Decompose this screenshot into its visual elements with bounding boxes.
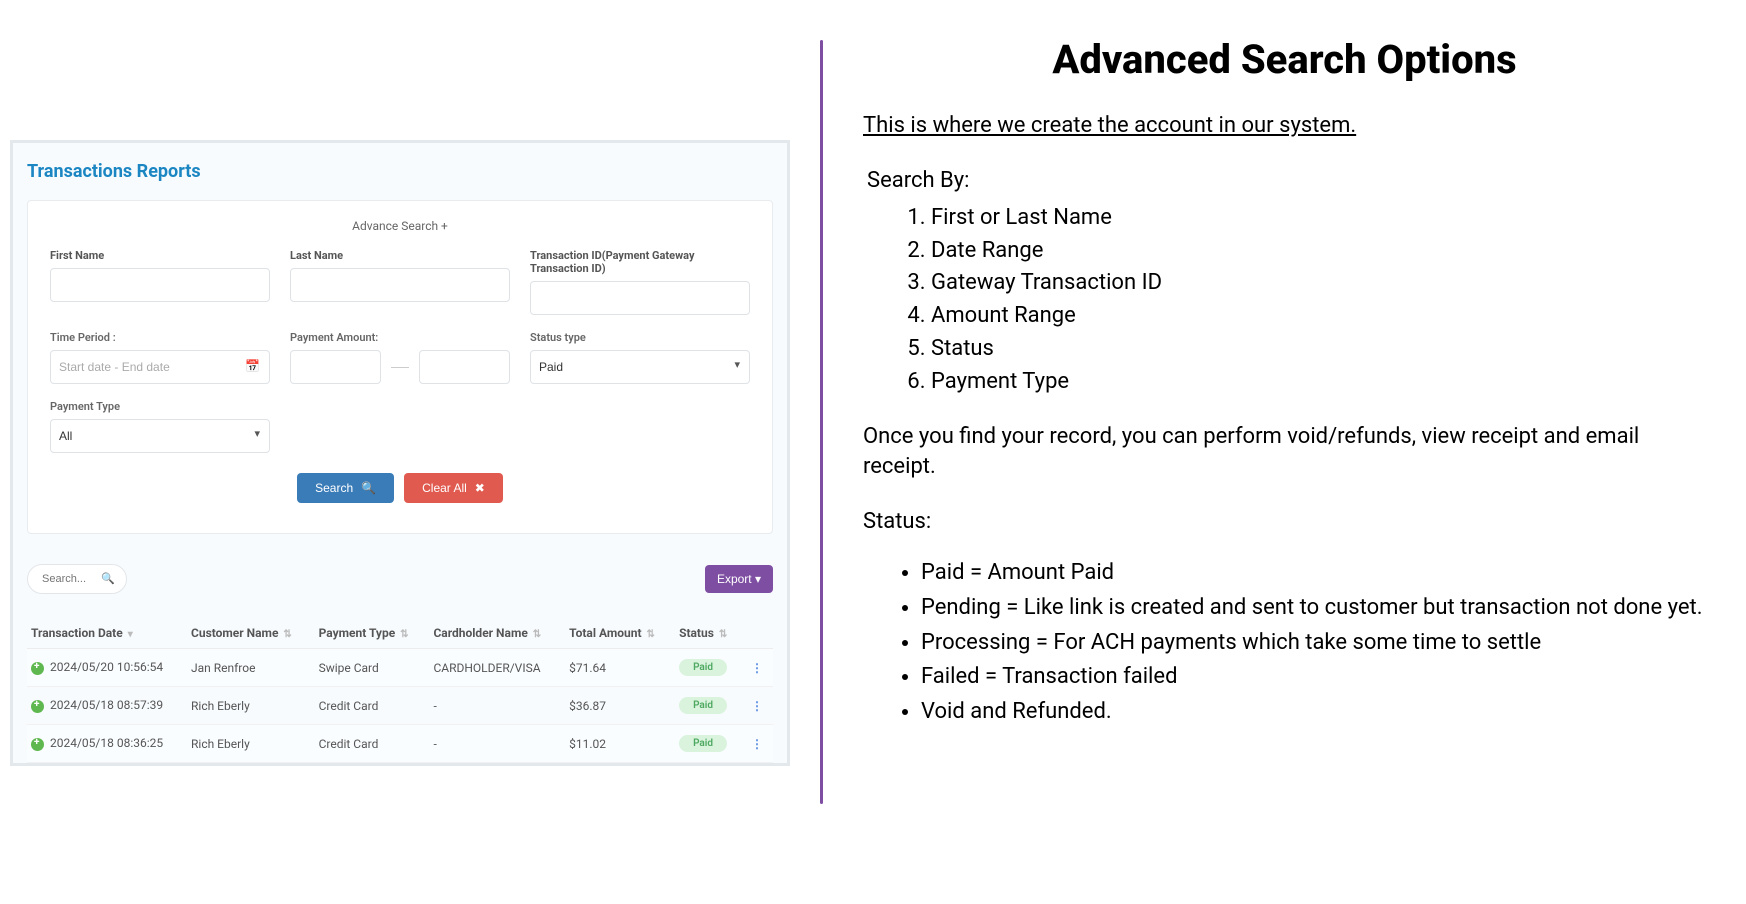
list-item: Date Range xyxy=(931,236,1706,267)
list-item: Failed = Transaction failed xyxy=(921,662,1706,693)
list-item: Processing = For ACH payments which take… xyxy=(921,628,1706,659)
list-item: First or Last Name xyxy=(931,203,1706,234)
search-button[interactable]: Search 🔍 xyxy=(297,473,394,503)
sort-icon: ⇅ xyxy=(400,629,408,640)
row-actions-menu[interactable]: ⋮ xyxy=(745,661,769,675)
list-item: Amount Range xyxy=(931,301,1706,332)
app-frame: Transactions Reports Advance Search + Fi… xyxy=(10,140,790,766)
screenshot-pane: Transactions Reports Advance Search + Fi… xyxy=(0,0,800,904)
list-item: Gateway Transaction ID xyxy=(931,268,1706,299)
payment-type-select[interactable]: All xyxy=(50,419,270,453)
amount-min-input[interactable] xyxy=(290,350,381,384)
list-item: Paid = Amount Paid xyxy=(921,558,1706,589)
time-period-label: Time Period : xyxy=(50,331,270,344)
table-row: 2024/05/18 08:36:25Rich EberlyCredit Car… xyxy=(27,725,773,763)
doc-pane: Advanced Search Options This is where we… xyxy=(843,0,1746,904)
row-actions-menu[interactable]: ⋮ xyxy=(745,699,769,713)
search-icon: 🔍 xyxy=(361,481,376,495)
status-badge: Paid xyxy=(679,697,727,714)
first-name-input[interactable] xyxy=(50,268,270,302)
sort-icon: ⇅ xyxy=(533,629,541,640)
sort-icon: ⇅ xyxy=(283,629,291,640)
vertical-divider xyxy=(820,40,823,804)
payment-type-label: Payment Type xyxy=(50,400,270,413)
list-item: Pending = Like link is created and sent … xyxy=(921,593,1706,624)
expand-row-icon[interactable] xyxy=(31,738,44,751)
export-button[interactable]: Export ▾ xyxy=(705,565,773,593)
status-label: Status: xyxy=(863,507,1706,538)
expand-row-icon[interactable] xyxy=(31,700,44,713)
expand-row-icon[interactable] xyxy=(31,662,44,675)
page-title: Transactions Reports xyxy=(27,161,773,182)
th-cardholder-name[interactable]: Cardholder Name xyxy=(433,626,527,640)
found-record-text: Once you find your record, you can perfo… xyxy=(863,422,1706,484)
status-list: Paid = Amount Paid Pending = Like link is… xyxy=(863,558,1706,728)
transaction-id-input[interactable] xyxy=(530,281,750,315)
advance-search-toggle[interactable]: Advance Search + xyxy=(50,219,750,233)
transaction-id-label: Transaction ID(Payment Gateway Transacti… xyxy=(530,249,750,275)
status-type-label: Status type xyxy=(530,331,750,344)
sort-icon: ⇅ xyxy=(647,629,655,640)
list-item: Status xyxy=(931,334,1706,365)
status-type-select[interactable]: Paid xyxy=(530,350,750,384)
caret-down-icon: ▾ xyxy=(755,572,761,586)
status-badge: Paid xyxy=(679,659,727,676)
first-name-label: First Name xyxy=(50,249,270,262)
status-badge: Paid xyxy=(679,735,727,752)
table-row: 2024/05/20 10:56:54Jan RenfroeSwipe Card… xyxy=(27,649,773,687)
doc-title: Advanced Search Options xyxy=(863,36,1706,83)
th-transaction-date[interactable]: Transaction Date xyxy=(31,626,123,640)
search-by-label: Search By: xyxy=(867,166,1706,197)
date-range-input[interactable] xyxy=(50,350,270,384)
close-icon: ✖ xyxy=(475,481,485,495)
clear-all-button[interactable]: Clear All ✖ xyxy=(404,473,503,503)
export-label: Export xyxy=(717,572,755,586)
list-item: Payment Type xyxy=(931,367,1706,398)
amount-range-dash xyxy=(391,367,409,368)
list-item: Void and Refunded. xyxy=(921,697,1706,728)
doc-intro: This is where we create the account in o… xyxy=(863,113,1706,138)
amount-max-input[interactable] xyxy=(419,350,510,384)
table-row: 2024/05/18 08:57:39Rich EberlyCredit Car… xyxy=(27,687,773,725)
th-status[interactable]: Status xyxy=(679,626,714,640)
row-actions-menu[interactable]: ⋮ xyxy=(745,737,769,751)
th-payment-type[interactable]: Payment Type xyxy=(319,626,396,640)
search-icon: 🔍 xyxy=(101,572,115,585)
payment-amount-label: Payment Amount: xyxy=(290,331,510,344)
sort-icon: ⇅ xyxy=(719,629,727,640)
clear-all-label: Clear All xyxy=(422,481,467,495)
last-name-input[interactable] xyxy=(290,268,510,302)
sort-desc-icon: ▾ xyxy=(128,629,133,640)
search-by-list: First or Last NameDate RangeGateway Tran… xyxy=(863,203,1706,398)
last-name-label: Last Name xyxy=(290,249,510,262)
transactions-table: Transaction Date ▾ Customer Name ⇅ Payme… xyxy=(27,618,773,763)
th-total-amount[interactable]: Total Amount xyxy=(569,626,641,640)
th-customer-name[interactable]: Customer Name xyxy=(191,626,278,640)
calendar-icon: 📅 xyxy=(245,359,260,373)
advanced-search-card: Advance Search + First Name Last Name Tr… xyxy=(27,200,773,534)
search-button-label: Search xyxy=(315,481,353,495)
